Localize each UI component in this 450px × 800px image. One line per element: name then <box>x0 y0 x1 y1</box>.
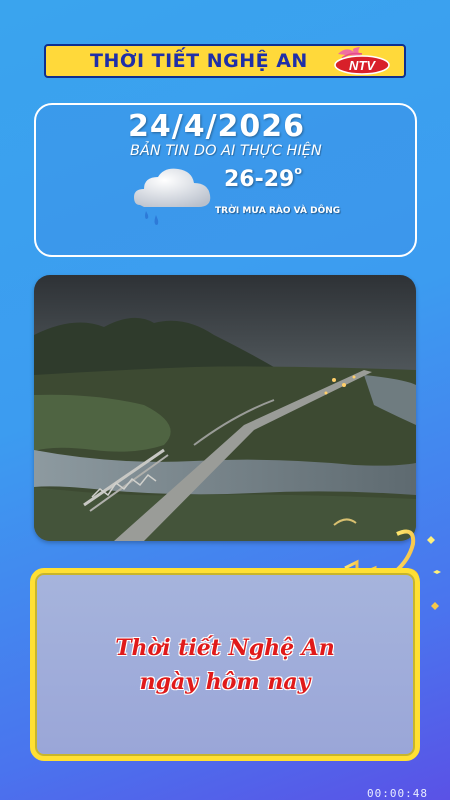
logo-text: NTV <box>349 58 376 73</box>
weather-condition: TRỜI MƯA RÀO VÀ DÔNG <box>215 206 341 216</box>
temperature: 26-29o <box>224 163 302 192</box>
message-line-2: ngày hôm nay <box>139 669 311 695</box>
forecast-date: 24/4/2026 <box>128 109 306 144</box>
message-panel: Thời tiết Nghệ An ngày hôm nay <box>30 568 420 761</box>
title-banner: THỜI TIẾT NGHỆ AN NTV <box>44 44 406 78</box>
page-title: THỜI TIẾT NGHỆ AN <box>90 50 308 72</box>
aerial-river-bridge-photo <box>34 275 416 541</box>
rain-cloud-icon <box>134 168 211 225</box>
ntv-logo: NTV <box>334 47 390 75</box>
forecast-card: 24/4/2026 BẢN TIN DO AI THỰC HIỆN 26-29o… <box>34 103 417 257</box>
message-line-1: Thời tiết Nghệ An <box>115 635 335 661</box>
playback-timestamp: 00:00:48 <box>367 787 428 800</box>
forecast-subtitle: BẢN TIN DO AI THỰC HIỆN <box>130 143 322 159</box>
